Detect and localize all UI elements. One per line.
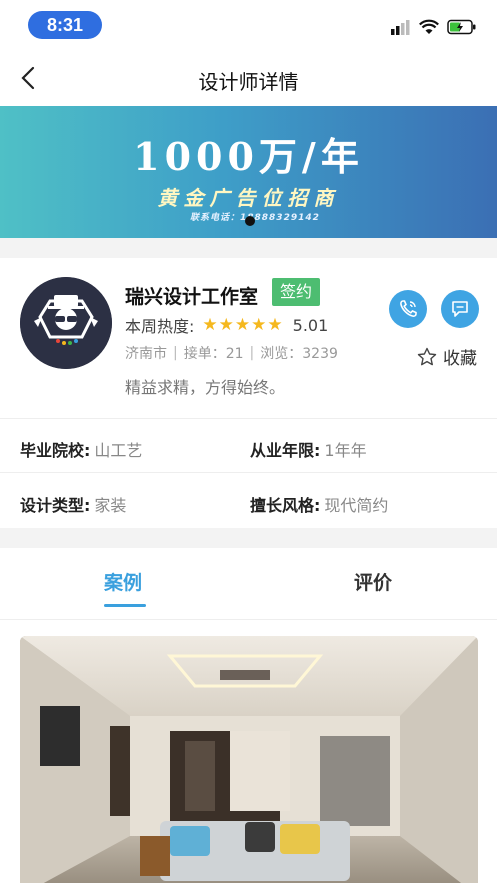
chat-button[interactable] (441, 290, 479, 328)
heat-score: 5.01 (292, 315, 329, 335)
page-title: 设计师详情 (198, 70, 299, 94)
call-button[interactable] (389, 290, 427, 328)
info-row: 设计类型: 家装 擅长风格: 现代简约 (0, 474, 497, 528)
case-image[interactable] (20, 636, 478, 883)
studio-name: 瑞兴设计工作室 (125, 286, 259, 308)
rating-stars: ★ ★ ★ ★ ★ (202, 314, 282, 336)
content-tabs: 案例 评价 (0, 548, 497, 620)
meta-row: 济南市 | 接单：21 | 浏览：3239 (125, 343, 338, 363)
star-outline-icon (417, 347, 437, 365)
banner-subline: 黄金广告位招商 (157, 186, 340, 210)
tab-reviews[interactable]: 评价 (354, 568, 392, 595)
status-time: 8:31 (28, 11, 102, 39)
signed-badge: 签约 (272, 278, 320, 306)
battery-charging-icon (447, 19, 476, 35)
status-bar: 8:31 (0, 0, 497, 50)
years-value: 1年年 (324, 441, 367, 460)
studio-logo-icon (20, 277, 112, 369)
active-tab-indicator (104, 604, 146, 607)
star-icon: ★ (218, 315, 234, 335)
info-row: 毕业院校: 山工艺 从业年限: 1年年 (0, 419, 497, 473)
carousel-indicator (245, 216, 255, 226)
years-label: 从业年限: (250, 441, 321, 460)
heat-label: 本周热度: (125, 317, 195, 336)
favorite-label: 收藏 (443, 349, 477, 369)
type-info: 设计类型: 家装 (20, 492, 126, 516)
star-icon: ★ (267, 315, 283, 335)
views-count: 浏览：3239 (260, 346, 338, 362)
avatar (20, 277, 112, 369)
school-label: 毕业院校: (20, 441, 91, 460)
nav-bar: 设计师详情 (0, 50, 497, 106)
message-icon (452, 301, 468, 317)
city: 济南市 (125, 346, 167, 362)
meta-separator: | (249, 345, 255, 361)
signal-icon (391, 20, 410, 35)
star-icon: ★ (251, 315, 267, 335)
style-value: 现代简约 (324, 496, 389, 515)
case-list (0, 620, 497, 883)
banner-headline: 1000万/年 (133, 134, 364, 179)
school-value: 山工艺 (94, 441, 143, 460)
designer-detail-page: 8:31 设计师详情 1000万/年 黄金广告位招商 联系电话：18888329… (0, 0, 497, 883)
system-icons (391, 18, 477, 36)
style-info: 擅长风格: 现代简约 (250, 492, 388, 516)
favorite-button[interactable]: 收藏 (417, 344, 477, 369)
meta-separator: | (173, 345, 178, 361)
star-icon: ★ (202, 315, 218, 335)
years-info: 从业年限: 1年年 (250, 437, 367, 461)
tab-cases[interactable]: 案例 (104, 568, 142, 595)
orders-count: 接单：21 (183, 346, 244, 362)
school-info: 毕业院校: 山工艺 (20, 437, 142, 461)
type-label: 设计类型: (20, 496, 91, 515)
wifi-icon (419, 19, 439, 34)
heat-row: 本周热度: ★ ★ ★ ★ ★ 5.01 (125, 314, 328, 336)
living-room-photo (20, 636, 478, 883)
motto: 精益求精，方得始终。 (125, 378, 286, 397)
phone-icon (400, 300, 417, 317)
type-value: 家装 (94, 496, 127, 515)
designer-info: 毕业院校: 山工艺 从业年限: 1年年 设计类型: 家装 擅长风格: 现代简约 (0, 418, 497, 528)
style-label: 擅长风格: (250, 496, 321, 515)
profile-card: 瑞兴设计工作室 签约 本周热度: ★ ★ ★ ★ ★ 5.01 济南市 | 接单… (0, 258, 497, 418)
star-icon: ★ (234, 315, 251, 335)
